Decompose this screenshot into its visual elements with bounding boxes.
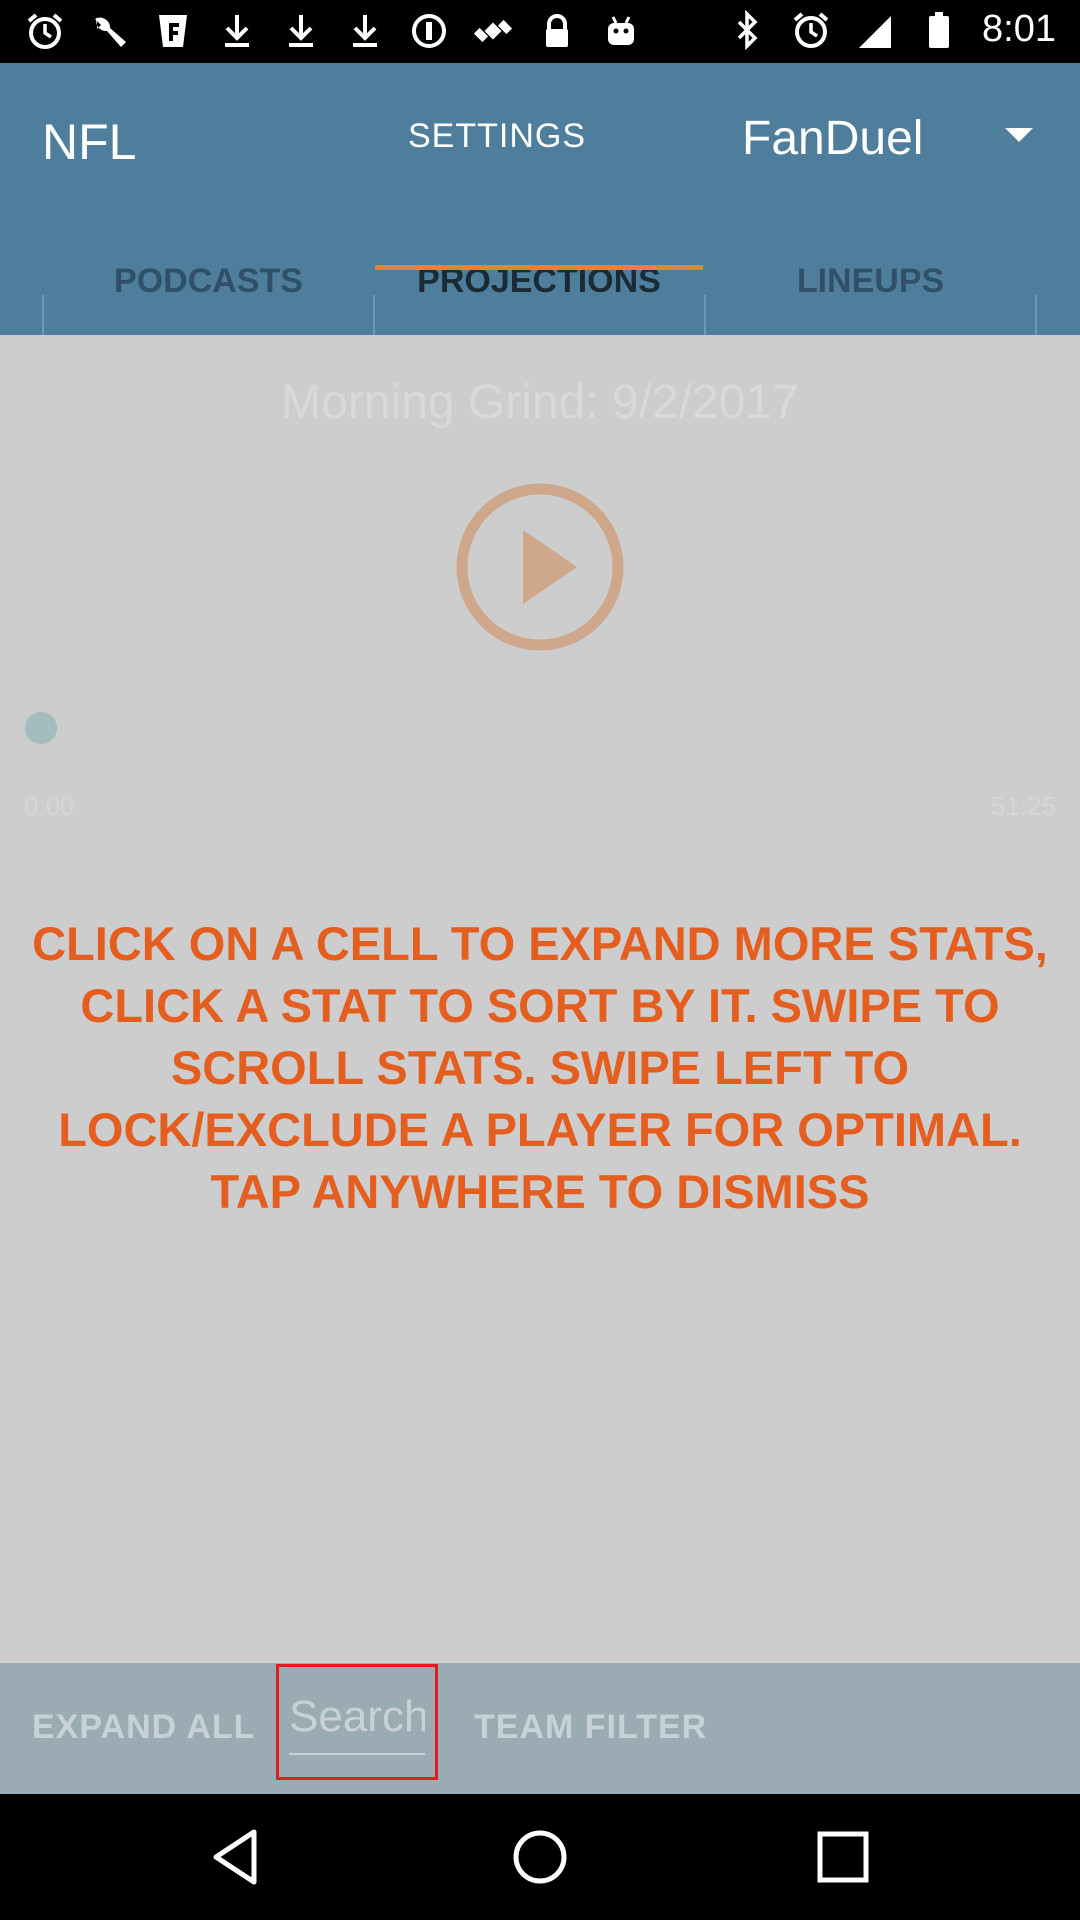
content-overlay[interactable]: Morning Grind: 9/2/2017 0:00 51:25 CLICK… — [0, 335, 1080, 1663]
recents-icon[interactable] — [808, 1822, 878, 1892]
site-selector[interactable]: FanDuel — [742, 111, 923, 166]
satellite-icon — [472, 10, 514, 52]
navigation-bar — [0, 1794, 1080, 1920]
search-underline — [289, 1753, 425, 1755]
app-title: NFL — [42, 114, 137, 170]
alarm-icon — [24, 10, 66, 52]
alarm-icon — [790, 9, 832, 51]
video-title: Morning Grind: 9/2/2017 — [281, 376, 799, 429]
signal-icon — [854, 9, 896, 51]
time-total: 51:25 — [990, 791, 1056, 821]
tab-lineups[interactable]: LINEUPS — [706, 228, 1035, 335]
tab-projections[interactable]: PROJECTIONS — [375, 228, 703, 335]
expand-all-button[interactable]: EXPAND ALL — [32, 1708, 255, 1747]
download-icon — [344, 10, 386, 52]
tab-bar: PODCASTS PROJECTIONS LINEUPS — [0, 228, 1080, 379]
home-icon[interactable] — [505, 1822, 575, 1892]
team-filter-button[interactable]: TEAM FILTER — [474, 1708, 707, 1747]
fanduel-icon — [152, 10, 194, 52]
back-icon[interactable] — [202, 1822, 272, 1892]
search-input[interactable] — [289, 1689, 425, 1745]
download-icon — [280, 10, 322, 52]
time-elapsed: 0:00 — [24, 791, 75, 821]
seek-handle[interactable] — [25, 712, 57, 744]
tab-podcasts[interactable]: PODCASTS — [44, 228, 373, 335]
data-saver-icon — [408, 10, 450, 52]
lock-icon — [536, 10, 578, 52]
android-icon — [600, 10, 642, 52]
search-highlight-box — [276, 1664, 438, 1780]
settings-button[interactable]: SETTINGS — [408, 117, 586, 156]
bottom-toolbar: EXPAND ALL TEAM FILTER — [0, 1663, 1080, 1794]
bluetooth-icon — [726, 9, 768, 51]
status-bar: 8:01 — [0, 0, 1080, 63]
battery-icon — [918, 9, 960, 51]
instructions-text: CLICK ON A CELL TO EXPAND MORE STATS, CL… — [32, 917, 1048, 1218]
play-icon[interactable] — [455, 482, 625, 652]
active-tab-indicator — [375, 265, 703, 270]
download-icon — [216, 10, 258, 52]
app-bar: NFL SETTINGS FanDuel PODCASTS PROJECTION… — [0, 63, 1080, 379]
dropdown-arrow-icon[interactable] — [1005, 128, 1033, 142]
wrench-icon — [88, 10, 130, 52]
clock-time: 8:01 — [982, 8, 1056, 50]
